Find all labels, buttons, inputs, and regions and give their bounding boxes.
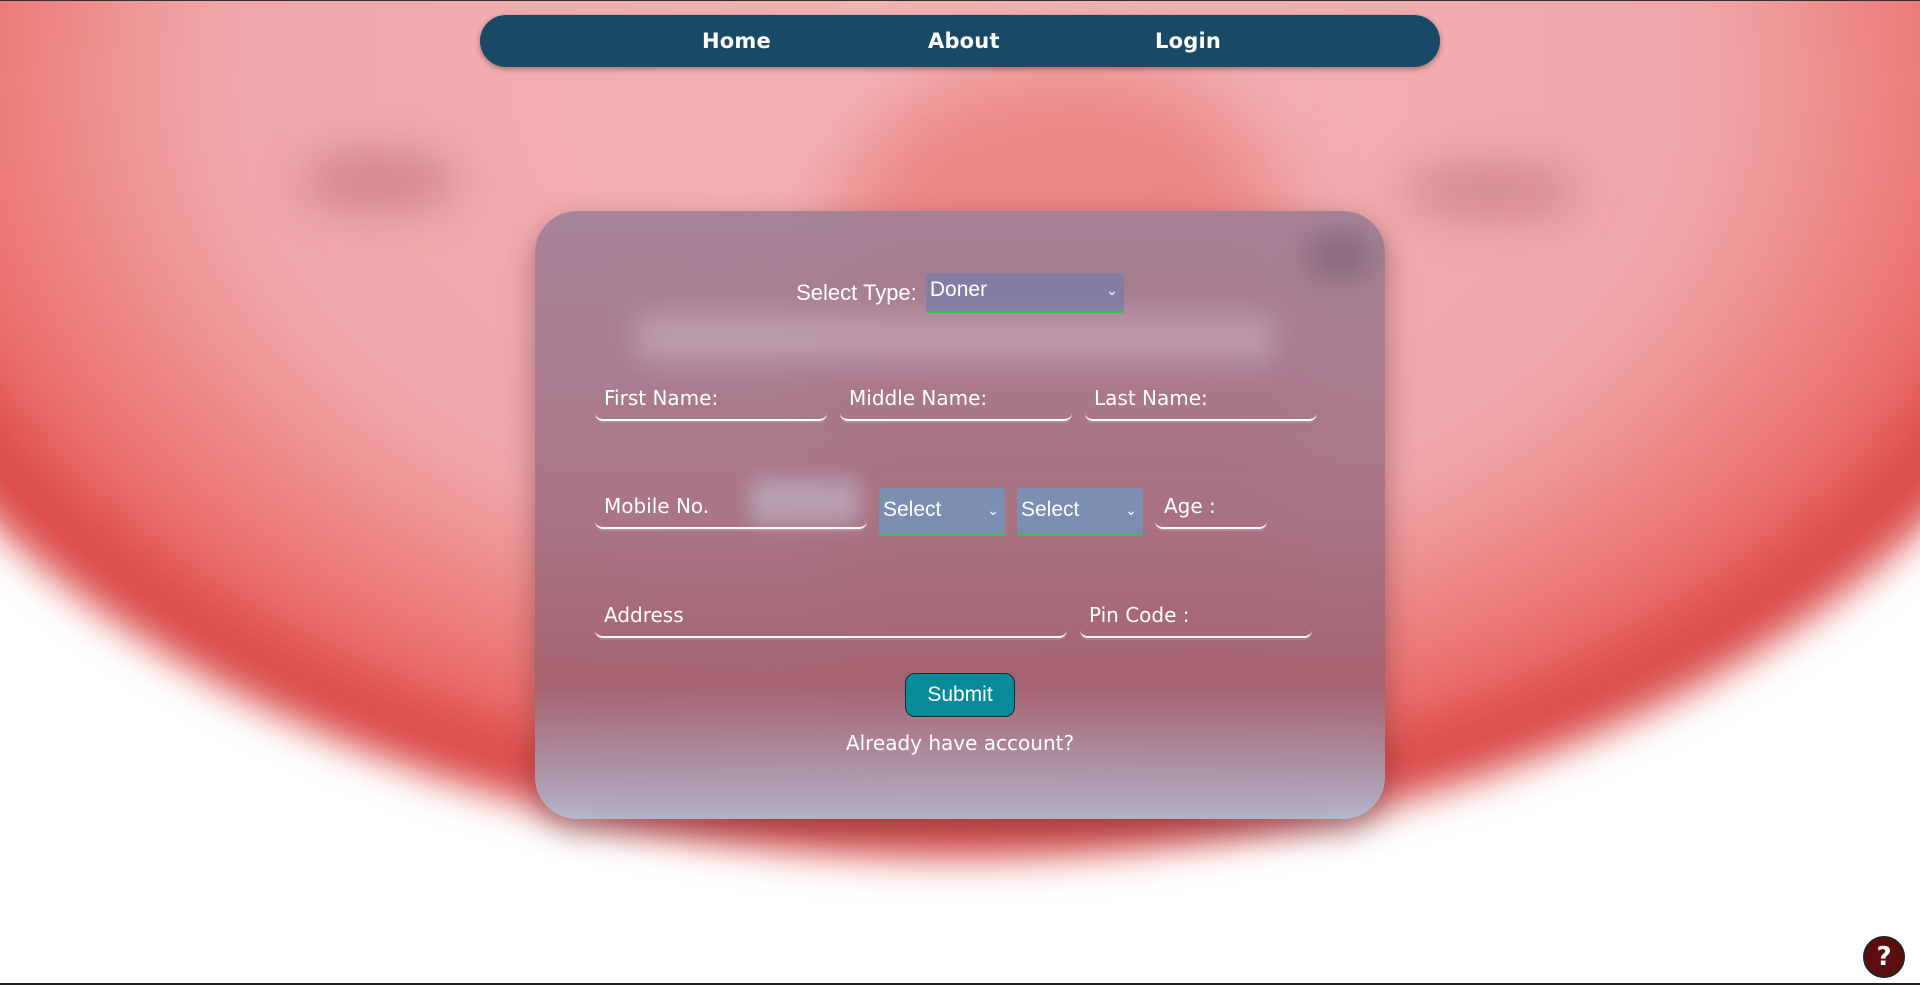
select-type-label: Select Type: (796, 280, 917, 305)
type-select-value: Doner (929, 278, 988, 301)
background-shadow-right (1400, 161, 1580, 221)
type-row: Select Type: Doner ⌄ (535, 273, 1385, 313)
chevron-down-icon: ⌄ (1106, 282, 1118, 298)
mobile-field[interactable]: Mobile No. (595, 485, 867, 529)
chevron-down-icon: ⌄ (987, 502, 999, 518)
first-name-field[interactable]: First Name: (595, 377, 827, 421)
age-field[interactable]: Age : (1155, 485, 1267, 529)
address-field[interactable]: Address (595, 594, 1067, 638)
already-have-account-link[interactable]: Already have account? (535, 731, 1385, 755)
select-b-value: Select (1021, 498, 1080, 521)
blood-group-select[interactable]: Select ⌄ (879, 488, 1005, 536)
type-select[interactable]: Doner ⌄ (925, 273, 1124, 313)
last-name-field[interactable]: Last Name: (1085, 377, 1317, 421)
navbar: Home About Login (480, 15, 1440, 67)
gender-select[interactable]: Select ⌄ (1017, 488, 1143, 536)
select-a-value: Select (883, 498, 942, 521)
background-shadow-left (300, 151, 460, 211)
signup-card: Select Type: Doner ⌄ First Name: Middle … (535, 211, 1385, 819)
nav-home-link[interactable]: Home (702, 29, 771, 53)
submit-button[interactable]: Submit (905, 673, 1015, 717)
card-blurred-heading (635, 313, 1275, 363)
help-button[interactable]: ? (1863, 936, 1905, 978)
nav-about-link[interactable]: About (928, 29, 1000, 53)
chevron-down-icon: ⌄ (1125, 502, 1137, 518)
middle-name-field[interactable]: Middle Name: (840, 377, 1072, 421)
nav-login-link[interactable]: Login (1155, 29, 1221, 53)
pin-code-field[interactable]: Pin Code : (1080, 594, 1312, 638)
question-icon: ? (1876, 942, 1892, 972)
